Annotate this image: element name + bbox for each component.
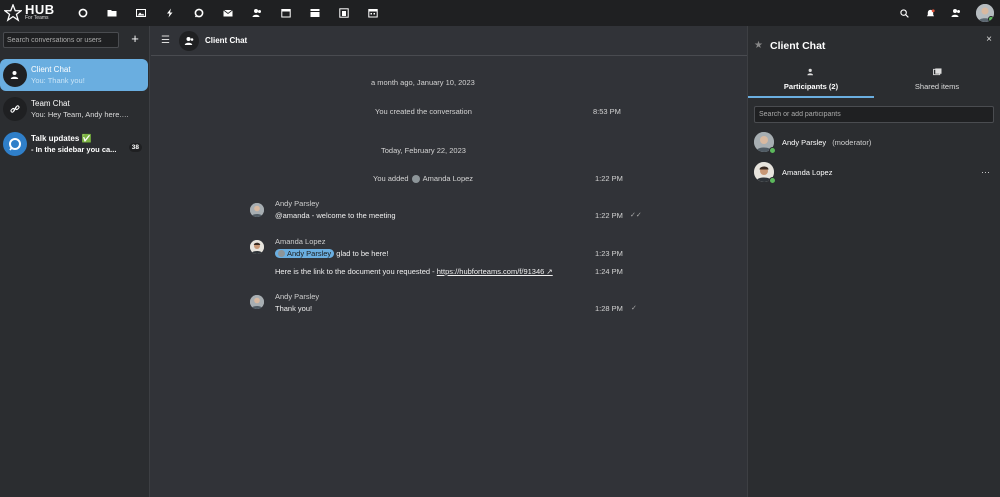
search-icon[interactable] xyxy=(898,7,910,19)
mention-name: Andy Parsley xyxy=(287,249,332,258)
tab-shared-items[interactable]: Shared items xyxy=(874,68,1000,98)
participant-role: (moderator) xyxy=(832,137,872,147)
avatar xyxy=(754,132,776,154)
mention-avatar xyxy=(278,250,285,257)
message-time: 1:24 PM xyxy=(595,267,623,276)
conversation-name: Talk updates ✅ xyxy=(31,134,92,143)
message-text: Here is the link to the document you req… xyxy=(275,267,553,276)
date-separator: a month ago, January 10, 2023 xyxy=(371,78,475,87)
system-message: You added Amanda Lopez xyxy=(373,174,473,183)
conversation-item-talk-updates[interactable]: Talk updates ✅ - In the sidebar you ca..… xyxy=(0,128,150,160)
mini-avatar xyxy=(411,174,420,183)
message-author: Amanda Lopez xyxy=(275,237,326,246)
conversation-sidebar: + Client Chat You: Thank you! Team Chat … xyxy=(0,26,150,497)
message-time: 1:22 PM xyxy=(595,211,623,220)
user-mention[interactable]: Andy Parsley xyxy=(275,249,335,258)
talk-logo-icon xyxy=(3,132,27,156)
document-link[interactable]: https://hubforteams.com/f/91346 ↗ xyxy=(437,267,553,276)
conversation-preview: You: Hey Team, Andy here. L... xyxy=(31,110,129,119)
online-status-indicator xyxy=(769,147,776,154)
message-body: glad to be here! xyxy=(336,249,389,258)
circle-icon[interactable] xyxy=(68,0,97,26)
user-avatar[interactable] xyxy=(976,4,994,22)
star-logo-icon xyxy=(4,4,22,22)
online-status-indicator xyxy=(769,177,776,184)
sent-status-icon: ✓ xyxy=(631,305,637,312)
participant-row[interactable]: Amanda Lopez ··· xyxy=(754,161,994,184)
contacts-icon[interactable] xyxy=(242,0,271,26)
message-text: Andy Parsley glad to be here! xyxy=(275,249,388,258)
message-author: Andy Parsley xyxy=(275,292,320,301)
top-right-controls xyxy=(898,0,994,26)
shared-items-icon xyxy=(874,68,1000,82)
conversation-name: Client Chat xyxy=(31,65,71,74)
message-text: Thank you! xyxy=(275,304,313,313)
tables-icon[interactable] xyxy=(329,0,358,26)
message-list: a month ago, January 10, 2023 You create… xyxy=(151,56,747,497)
group-icon xyxy=(179,30,199,51)
close-panel-button[interactable]: × xyxy=(986,34,992,45)
message-author: Andy Parsley xyxy=(275,199,320,208)
panel-title: Client Chat xyxy=(770,40,826,52)
group-icon xyxy=(3,63,27,87)
unread-badge: 38 xyxy=(128,143,142,152)
conversation-preview: You: Thank you! xyxy=(31,76,85,85)
system-text: You added xyxy=(373,174,409,183)
avatar xyxy=(754,162,776,184)
chat-title: Client Chat xyxy=(205,36,248,45)
added-user-name: Amanda Lopez xyxy=(422,174,474,183)
image-icon[interactable] xyxy=(126,0,155,26)
message-time: 1:23 PM xyxy=(595,249,623,258)
conversation-item-client-chat[interactable]: Client Chat You: Thank you! xyxy=(0,59,148,91)
notification-icon[interactable] xyxy=(924,7,936,19)
message-time: 1:28 PM xyxy=(595,304,623,313)
top-bar: HUB For Teams xyxy=(0,0,1000,26)
participant-row[interactable]: Andy Parsley (moderator) xyxy=(754,131,994,154)
message-time: 1:22 PM xyxy=(595,174,623,183)
folder-icon[interactable] xyxy=(97,0,126,26)
calendar-alt-icon[interactable] xyxy=(358,0,387,26)
mail-icon[interactable] xyxy=(213,0,242,26)
talk-icon[interactable] xyxy=(184,0,213,26)
chat-header: ☰ Client Chat xyxy=(151,26,747,56)
logo-text: HUB xyxy=(25,2,55,17)
tab-participants[interactable]: Participants (2) xyxy=(748,68,874,98)
participants-icon xyxy=(748,68,874,82)
participant-search-input[interactable] xyxy=(754,106,994,123)
read-status-icon: ✓✓ xyxy=(630,212,642,219)
tab-label: Shared items xyxy=(914,82,960,91)
search-conversations-input[interactable] xyxy=(3,32,119,48)
conversation-preview: - In the sidebar you ca... xyxy=(31,145,117,154)
link-icon xyxy=(3,97,27,121)
avatar[interactable] xyxy=(250,295,264,309)
new-conversation-button[interactable]: + xyxy=(128,32,142,48)
participant-name: Amanda Lopez xyxy=(782,167,833,177)
lightning-icon[interactable] xyxy=(155,0,184,26)
system-message: You created the conversation xyxy=(375,107,472,116)
contacts-menu-icon[interactable] xyxy=(950,7,962,19)
message-time: 8:53 PM xyxy=(593,107,621,116)
message-text: @amanda - welcome to the meeting xyxy=(275,211,396,220)
participant-name: Andy Parsley xyxy=(782,137,827,147)
message-body: Here is the link to the document you req… xyxy=(275,267,435,276)
online-status-indicator xyxy=(988,16,994,22)
tab-label: Participants (2) xyxy=(783,82,839,91)
conversation-name: Team Chat xyxy=(31,99,70,108)
more-options-icon[interactable]: ··· xyxy=(981,167,990,177)
calendar-icon[interactable] xyxy=(271,0,300,26)
date-separator: Today, February 22, 2023 xyxy=(381,146,466,155)
app-icons xyxy=(68,0,387,26)
conversation-details-panel: ★ Client Chat × Participants (2) Shared … xyxy=(747,26,1000,497)
avatar[interactable] xyxy=(250,203,264,217)
menu-icon[interactable]: ☰ xyxy=(161,35,170,46)
app-logo[interactable]: HUB For Teams xyxy=(0,2,68,22)
deck-icon[interactable] xyxy=(300,0,329,26)
conversation-item-team-chat[interactable]: Team Chat You: Hey Team, Andy here. L... xyxy=(0,93,150,125)
favorite-star-icon[interactable]: ★ xyxy=(754,40,763,51)
avatar[interactable] xyxy=(250,240,264,254)
